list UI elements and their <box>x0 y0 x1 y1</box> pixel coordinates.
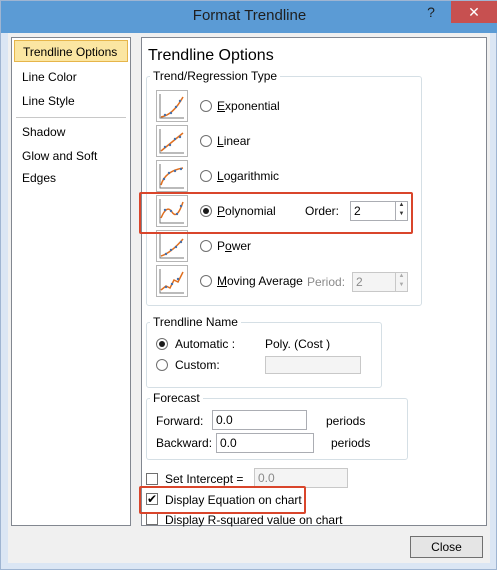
logarithmic-radio[interactable] <box>200 170 212 182</box>
spin-down-icon[interactable]: ▼ <box>396 281 407 290</box>
linear-radio[interactable] <box>200 135 212 147</box>
options-panel: Trendline Options Trend/Regression Type … <box>141 37 487 527</box>
moving-average-accelerator: M <box>217 274 227 288</box>
moving-average-radio[interactable] <box>200 275 212 287</box>
backward-unit: periods <box>331 436 371 450</box>
nav-item-label: Line Style <box>22 94 75 108</box>
custom-name-radio[interactable] <box>156 359 168 371</box>
nav-item-label: Shadow <box>22 125 66 139</box>
close-button[interactable]: Close <box>410 536 483 558</box>
logarithmic-label[interactable]: Logarithmic <box>217 169 279 183</box>
linear-label-text: inear <box>223 134 251 148</box>
nav-item-shadow[interactable]: Shadow <box>14 121 128 143</box>
display-rsquared-label[interactable]: Display R-squared value on chart <box>165 513 342 527</box>
nav-item-trendline-options[interactable]: Trendline Options <box>14 40 128 62</box>
category-list: Trendline Options Line Color Line Style … <box>11 37 131 526</box>
custom-name-label[interactable]: Custom: <box>175 358 220 372</box>
nav-item-line-color[interactable]: Line Color <box>14 66 128 88</box>
period-label: Period: <box>307 275 346 289</box>
forecast-group-label: Forecast <box>150 391 203 405</box>
custom-name-input[interactable] <box>265 356 361 374</box>
exponential-radio[interactable] <box>200 100 212 112</box>
display-rsquared-checkbox[interactable] <box>146 513 158 525</box>
nav-item-line-style[interactable]: Line Style <box>14 90 128 112</box>
spin-up-icon[interactable]: ▲ <box>396 272 407 281</box>
window-close-button[interactable]: ✕ <box>451 1 497 23</box>
nav-item-label: Line Color <box>22 70 77 84</box>
logarithmic-accelerator: L <box>217 169 224 183</box>
trend-type-group-label: Trend/Regression Type <box>150 69 281 83</box>
help-button[interactable]: ? <box>419 1 443 23</box>
power-label[interactable]: Power <box>217 239 251 253</box>
period-stepper[interactable]: 2 ▲ ▼ <box>352 272 408 292</box>
set-intercept-value: 0.0 <box>258 471 275 485</box>
nav-item-label: Trendline Options <box>23 45 118 59</box>
linear-label[interactable]: Linear <box>217 134 250 148</box>
moving-average-label[interactable]: Moving Average <box>217 274 303 288</box>
nav-separator <box>16 117 126 118</box>
power-radio[interactable] <box>200 240 212 252</box>
title-bar[interactable]: Format Trendline ? ✕ <box>1 1 497 33</box>
moving-average-label-text: oving Average <box>227 274 303 288</box>
polynomial-highlight-box <box>139 192 413 234</box>
set-intercept-checkbox[interactable] <box>146 473 158 485</box>
exponential-label-text: xponential <box>225 99 280 113</box>
exponential-accelerator: E <box>217 99 226 113</box>
moving-average-trend-icon[interactable] <box>156 265 188 297</box>
power-label-text: wer <box>231 239 252 253</box>
logarithmic-label-text: ogarithmic <box>223 169 280 183</box>
backward-label: Backward: <box>156 436 213 450</box>
linear-accelerator: L <box>217 134 224 148</box>
automatic-name-label[interactable]: Automatic : <box>175 337 235 351</box>
power-trend-icon[interactable] <box>156 230 188 262</box>
automatic-name-value: Poly. (Cost ) <box>265 337 331 351</box>
power-label-prefix: P <box>217 239 226 253</box>
display-equation-highlight-box <box>139 486 306 514</box>
forward-value: 0.0 <box>216 413 233 427</box>
linear-trend-icon[interactable] <box>156 125 188 157</box>
automatic-name-radio[interactable] <box>156 338 168 350</box>
period-spin-buttons[interactable]: ▲ ▼ <box>395 272 407 292</box>
forward-unit: periods <box>326 414 366 428</box>
period-value: 2 <box>356 275 363 289</box>
forward-input[interactable]: 0.0 <box>212 410 307 430</box>
set-intercept-input[interactable]: 0.0 <box>254 468 348 488</box>
set-intercept-label[interactable]: Set Intercept = <box>165 472 243 486</box>
logarithmic-trend-icon[interactable] <box>156 160 188 192</box>
trendline-name-group <box>146 322 382 388</box>
backward-input[interactable]: 0.0 <box>216 433 314 453</box>
power-accelerator: o <box>225 239 232 253</box>
exponential-label[interactable]: Exponential <box>217 99 280 113</box>
panel-title: Trendline Options <box>148 47 274 64</box>
forward-label: Forward: <box>156 414 204 428</box>
exponential-trend-icon[interactable] <box>156 90 188 122</box>
nav-item-glow-soft-edges[interactable]: Glow and Soft Edges <box>14 145 128 185</box>
backward-value: 0.0 <box>220 436 237 450</box>
nav-item-label: Glow and Soft Edges <box>22 149 98 185</box>
trendline-name-group-label: Trendline Name <box>150 315 241 329</box>
format-trendline-dialog: Format Trendline ? ✕ Trendline Options L… <box>0 0 497 570</box>
